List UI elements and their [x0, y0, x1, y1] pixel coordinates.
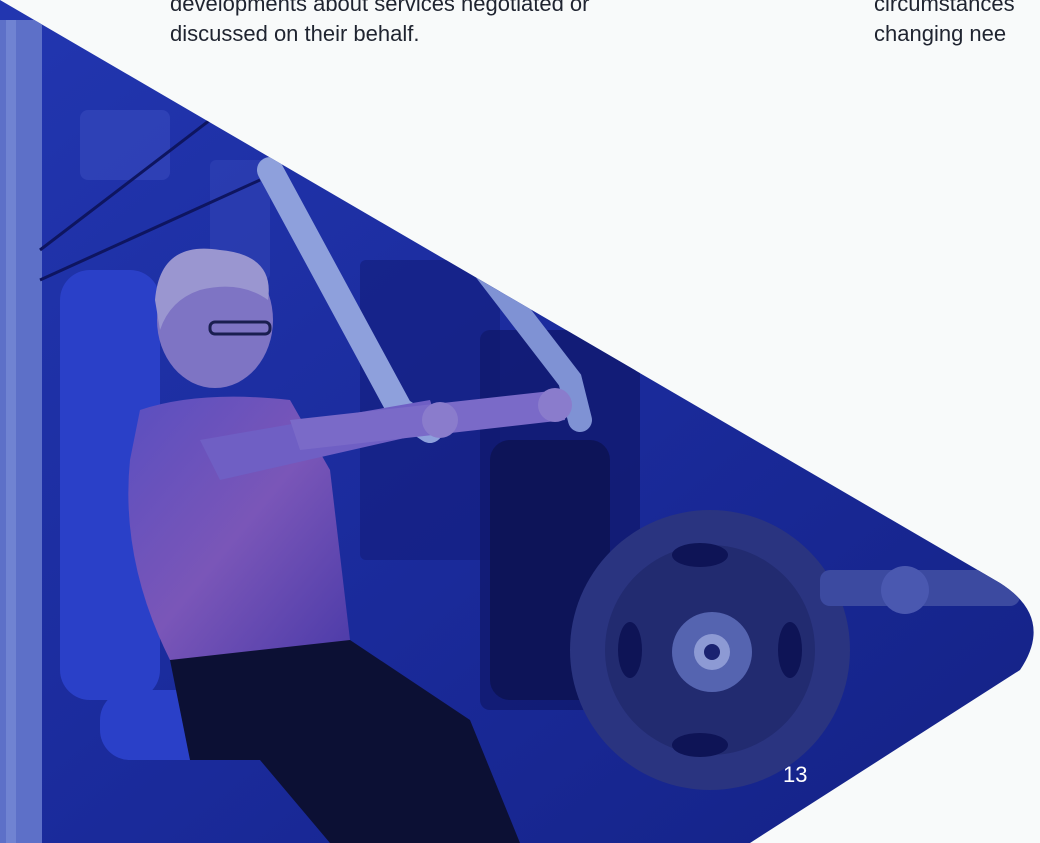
person-hand [422, 402, 458, 438]
weight-plate-grip [778, 622, 802, 678]
document-page: developments about services negotiated o… [0, 0, 1040, 843]
machine-post-highlight [6, 20, 16, 843]
weight-plate-grip [672, 543, 728, 567]
machine-frame [80, 110, 170, 180]
gym-photo [0, 0, 1034, 843]
weight-plate-grip [618, 622, 642, 678]
weight-plate-grip [672, 733, 728, 757]
weight-plate-hole [704, 644, 720, 660]
barbell-collar [881, 566, 929, 614]
person-hand [538, 388, 572, 422]
page-number: 13 [783, 762, 808, 787]
